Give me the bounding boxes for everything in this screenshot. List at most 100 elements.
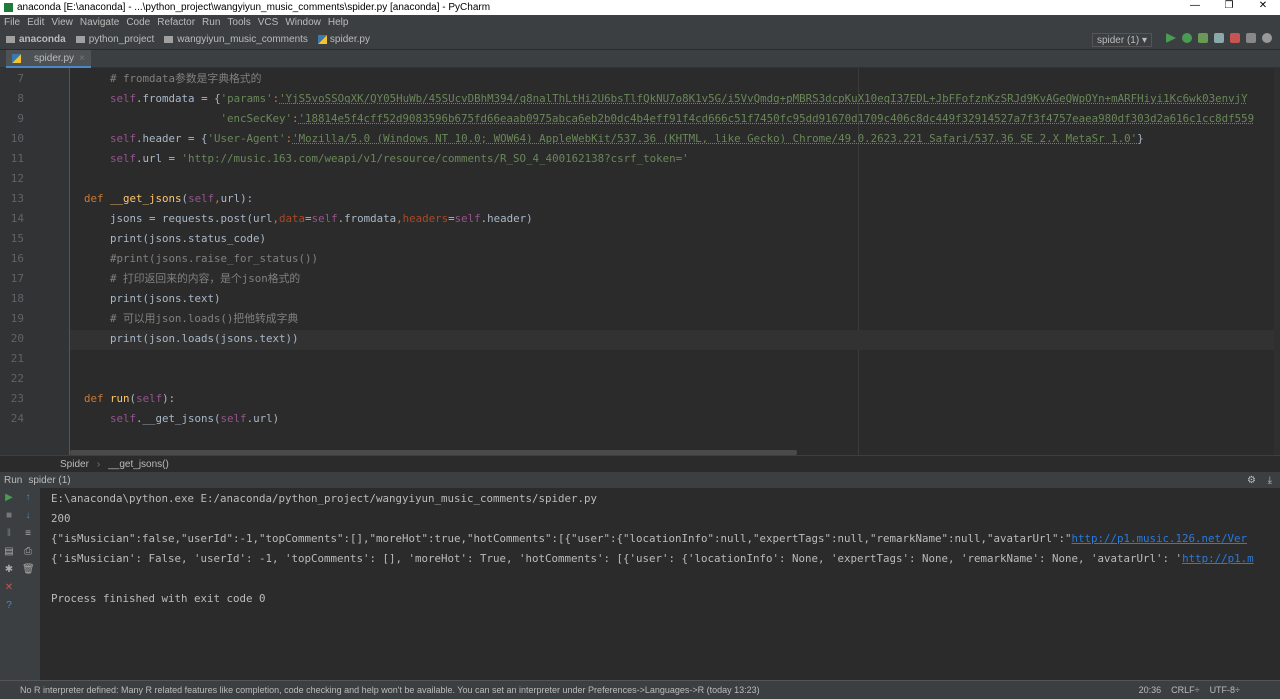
help-icon[interactable]: ? xyxy=(3,600,15,611)
code-token: print(json.loads(jsons.text)) xyxy=(58,332,299,345)
scroll-down-icon[interactable]: ↓ xyxy=(22,510,34,521)
code-token: } xyxy=(1137,132,1144,145)
menu-refactor[interactable]: Refactor xyxy=(157,17,195,28)
code-token: fromdata参数是字典格式的 xyxy=(123,72,262,85)
file-encoding[interactable]: UTF-8÷ xyxy=(1210,685,1240,695)
code-editor[interactable]: 7 # fromdata参数是字典格式的 8 self.fromdata = {'… xyxy=(0,68,1274,455)
menu-window[interactable]: Window xyxy=(285,17,321,28)
run-label: Run xyxy=(4,474,23,486)
code-token: self xyxy=(136,392,163,405)
stop-icon[interactable] xyxy=(1230,33,1240,43)
nav-crumb-wangyiyun[interactable]: wangyiyun_music_comments xyxy=(164,34,308,45)
maximize-button[interactable]: ❐ xyxy=(1212,0,1246,11)
run-config-tab[interactable]: spider (1) xyxy=(28,475,70,486)
nav-crumb-python-project[interactable]: python_project xyxy=(75,34,154,45)
tab-spider-py[interactable]: spider.py × xyxy=(6,50,91,68)
output-line: Process finished with exit code 0 xyxy=(51,589,266,609)
menu-run[interactable]: Run xyxy=(202,17,220,28)
pause-icon[interactable]: ‖ xyxy=(3,528,15,539)
code-token: headers xyxy=(402,212,449,225)
line-number: 23 xyxy=(10,392,24,405)
code-token: self xyxy=(454,212,481,225)
window-title: anaconda [E:\anaconda] - ...\python_proj… xyxy=(17,2,491,13)
hide-icon[interactable]: ⤓ xyxy=(1268,475,1272,486)
nav-crumb-spider[interactable]: spider.py xyxy=(317,34,370,45)
menu-help[interactable]: Help xyxy=(328,17,349,28)
code-line[interactable]: print(json.loads(jsons.text)) xyxy=(58,329,299,349)
coverage-icon[interactable] xyxy=(1198,33,1208,43)
code-line[interactable]: # fromdata参数是字典格式的 xyxy=(58,69,261,89)
code-line[interactable]: def run(self): xyxy=(58,389,175,409)
line-separator[interactable]: CRLF÷ xyxy=(1171,685,1199,695)
debug-icon[interactable] xyxy=(1182,33,1192,43)
search-icon[interactable] xyxy=(1262,33,1272,43)
status-message[interactable]: No R interpreter defined: Many R related… xyxy=(20,685,760,695)
run-config-select[interactable]: spider (1) ▾ xyxy=(1091,33,1152,47)
line-number: 8 xyxy=(17,92,24,105)
stop-icon[interactable]: ■ xyxy=(3,510,15,521)
caret-position[interactable]: 20:36 xyxy=(1139,685,1162,695)
line-number: 21 xyxy=(10,352,24,365)
python-file-icon xyxy=(317,35,327,44)
code-line[interactable]: # 打印返回来的内容，是个json格式的 xyxy=(58,269,300,289)
code-token: print(jsons.text) xyxy=(58,292,221,305)
profile-icon[interactable] xyxy=(1214,33,1224,43)
project-structure-icon[interactable] xyxy=(1246,33,1256,43)
output-text: {'isMusician': False, 'userId': -1, 'top… xyxy=(51,552,1183,565)
soft-wrap-icon[interactable]: ≡ xyxy=(22,528,34,539)
minimize-button[interactable]: — xyxy=(1178,0,1212,11)
line-number: 19 xyxy=(10,312,24,325)
menu-tools[interactable]: Tools xyxy=(227,17,250,28)
scroll-up-icon[interactable]: ↑ xyxy=(22,492,34,503)
nav-crumb-anaconda[interactable]: anaconda xyxy=(6,34,66,45)
code-token: jsons = requests.post(url xyxy=(58,212,273,225)
code-breadcrumb: Spider › __get_jsons() xyxy=(0,455,1280,472)
code-line[interactable]: self.header = {'User-Agent':'Mozilla/5.0… xyxy=(58,129,1144,149)
settings-gear-icon[interactable]: ⚙ xyxy=(1247,475,1256,486)
rerun-icon[interactable]: ▶ xyxy=(3,492,15,503)
code-line[interactable]: self.url = 'http://music.163.com/weapi/v… xyxy=(58,149,689,169)
code-line[interactable]: self.__get_jsons(self.url) xyxy=(58,409,279,429)
code-line[interactable]: 'encSecKey':'18814e5f4cff52d9083596b675f… xyxy=(58,109,1255,129)
breadcrumb-method[interactable]: __get_jsons() xyxy=(108,459,169,470)
menu-edit[interactable]: Edit xyxy=(27,17,44,28)
line-number: 16 xyxy=(10,252,24,265)
close-icon[interactable]: ✕ xyxy=(3,582,15,593)
code-line[interactable]: self.fromdata = {'params':'YjS5voSSOqXK/… xyxy=(58,89,1248,109)
code-line[interactable]: print(jsons.status_code) xyxy=(58,229,266,249)
menu-file[interactable]: File xyxy=(4,17,20,28)
menu-navigate[interactable]: Navigate xyxy=(80,17,119,28)
close-button[interactable]: ✕ xyxy=(1246,0,1280,11)
folder-icon xyxy=(164,36,174,43)
pin-icon[interactable]: ✱ xyxy=(3,564,15,575)
editor-vertical-scrollbar[interactable] xyxy=(1274,68,1280,455)
code-line[interactable]: jsons = requests.post(url,data=self.from… xyxy=(58,209,533,229)
navigation-bar: anaconda python_project wangyiyun_music_… xyxy=(0,30,1280,50)
code-line[interactable]: def __get_jsons(self,url): xyxy=(58,189,253,209)
line-number: 13 xyxy=(10,192,24,205)
status-bar: No R interpreter defined: Many R related… xyxy=(0,680,1280,699)
print-icon[interactable]: ⎙ xyxy=(22,546,34,557)
code-line[interactable]: # 可以用json.loads()把他转成字典 xyxy=(58,309,298,329)
menu-view[interactable]: View xyxy=(51,17,73,28)
code-line[interactable]: print(jsons.text) xyxy=(58,289,221,309)
code-token: # xyxy=(58,72,124,85)
output-link[interactable]: http://p1.m xyxy=(1182,552,1254,565)
breadcrumb-class[interactable]: Spider xyxy=(60,459,89,470)
trash-icon[interactable]: 🗑 xyxy=(22,564,35,575)
code-token: #print(jsons.raise_for_status()) xyxy=(58,252,319,265)
close-tab-icon[interactable]: × xyxy=(79,53,85,64)
output-link[interactable]: http://p1.music.126.net/Ver xyxy=(1072,532,1248,545)
output-line: 200 xyxy=(51,509,71,529)
code-token: # 打印返回来的内容，是个json格式的 xyxy=(58,272,301,285)
dump-threads-icon[interactable]: ▤ xyxy=(3,546,15,557)
menu-code[interactable]: Code xyxy=(126,17,150,28)
code-line[interactable]: #print(jsons.raise_for_status()) xyxy=(58,249,318,269)
menu-vcs[interactable]: VCS xyxy=(258,17,279,28)
code-token: .fromdata xyxy=(337,212,397,225)
run-icon[interactable] xyxy=(1166,33,1176,43)
code-token: run xyxy=(110,392,130,405)
